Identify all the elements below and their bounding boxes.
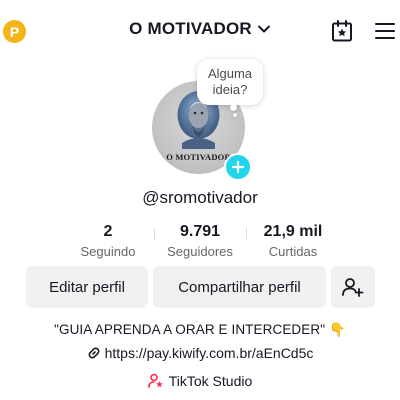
bubble-tail-large: [230, 104, 237, 111]
person-star-icon: [147, 373, 163, 388]
bubble-tail-small: [233, 113, 237, 117]
add-person-icon: [342, 278, 364, 297]
menu-icon[interactable]: [374, 21, 396, 41]
bio-text: "GUIA APRENDA A ORAR E INTERCEDER" 👇: [54, 322, 346, 337]
tiktok-studio-link[interactable]: TikTok Studio: [0, 373, 400, 389]
note-bubble-line1: Alguma: [207, 66, 253, 81]
stat-likes-label: Curtidas: [268, 244, 318, 259]
stat-following[interactable]: 2 Seguindo: [58, 222, 158, 259]
tiktok-studio-label: TikTok Studio: [168, 373, 253, 389]
link-icon: [88, 347, 100, 359]
stats-divider: [154, 228, 155, 240]
edit-profile-label: Editar perfil: [49, 278, 125, 296]
share-profile-label: Compartilhar perfil: [178, 278, 301, 296]
add-story-button[interactable]: [224, 153, 252, 181]
stats-divider: [246, 228, 247, 240]
bio-link[interactable]: https://pay.kiwify.com.br/aEnCd5c: [0, 345, 400, 361]
stat-following-label: Seguindo: [80, 244, 136, 259]
stat-likes[interactable]: 21,9 mil Curtidas: [243, 222, 343, 259]
stat-followers-value: 9.791: [179, 223, 221, 240]
edit-profile-button[interactable]: Editar perfil: [26, 266, 148, 308]
add-friends-button[interactable]: [331, 266, 375, 308]
chevron-down-icon: [257, 25, 270, 33]
stat-followers[interactable]: 9.791 Seguidores: [150, 222, 250, 259]
bio-link-text: https://pay.kiwify.com.br/aEnCd5c: [104, 345, 314, 361]
profile-screen: P O MOTIVADOR O MOTIVADOR Alguma ideia? …: [0, 0, 400, 400]
username: @sromotivador: [142, 188, 258, 207]
note-bubble-line2: ideia?: [212, 82, 248, 97]
stat-following-value: 2: [103, 223, 113, 240]
stat-likes-value: 21,9 mil: [263, 223, 323, 240]
account-name: O MOTIVADOR: [129, 19, 252, 38]
share-profile-button[interactable]: Compartilhar perfil: [153, 266, 326, 308]
calendar-star-icon[interactable]: [330, 19, 354, 43]
note-bubble[interactable]: Alguma ideia?: [197, 59, 263, 105]
plus-icon: [232, 161, 244, 173]
stat-followers-label: Seguidores: [167, 244, 233, 259]
